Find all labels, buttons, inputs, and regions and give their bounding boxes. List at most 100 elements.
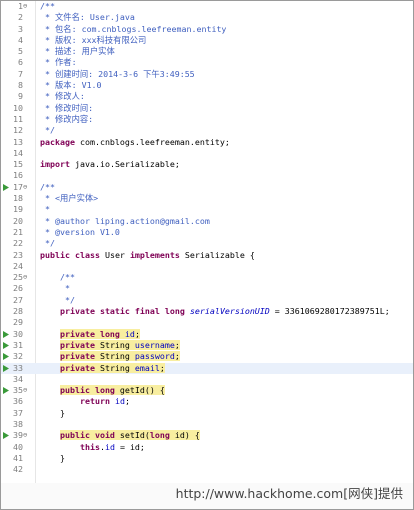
code-line[interactable]: 37 } bbox=[1, 408, 413, 419]
code-token: id bbox=[114, 396, 125, 407]
line-content: import java.io.Serializable; bbox=[40, 159, 180, 170]
code-token: email bbox=[134, 362, 160, 373]
line-content: * 版权: xxx科技有限公司 bbox=[40, 35, 146, 46]
code-area[interactable]: 1 ⊖/** 2 * 文件名: User.java 3 * 包名: com.cnblo… bbox=[1, 1, 413, 475]
code-token: * 版本: V1.0 bbox=[40, 80, 102, 91]
line-content: */ bbox=[40, 295, 75, 306]
code-line[interactable]: 42 bbox=[1, 464, 413, 475]
code-line[interactable]: 5 * 描述: 用户实体 bbox=[1, 46, 413, 57]
code-token: serialVersionUID bbox=[189, 306, 270, 317]
line-number: 24 bbox=[13, 260, 23, 271]
code-token: * 包名: com.cnblogs.leefreeman.entity bbox=[40, 23, 227, 34]
code-line[interactable]: 20 * @author liping.action@gmail.com bbox=[1, 216, 413, 227]
line-content: * @version V1.0 bbox=[40, 227, 120, 238]
code-line[interactable]: 23 public class User implements Serializa… bbox=[1, 250, 413, 261]
code-line[interactable]: 3 * 包名: com.cnblogs.leefreeman.entity bbox=[1, 24, 413, 35]
code-token: = id; bbox=[114, 441, 145, 452]
line-content: * 版本: V1.0 bbox=[40, 80, 102, 91]
code-line[interactable]: 22 */ bbox=[1, 238, 413, 249]
line-content: /** bbox=[40, 182, 55, 193]
line-number: 22 bbox=[13, 238, 23, 249]
code-line[interactable]: 38 bbox=[1, 419, 413, 430]
code-line[interactable]: 2 * 文件名: User.java bbox=[1, 12, 413, 23]
code-token: implements bbox=[129, 249, 180, 260]
watermark-bar: http://www.hackhome.com[网侠]提供 bbox=[1, 483, 413, 509]
code-line[interactable]: 21 * @version V1.0 bbox=[1, 227, 413, 238]
override-marker-icon bbox=[3, 353, 9, 361]
code-token: = 3361069280172389751L; bbox=[269, 306, 390, 317]
code-token: String bbox=[94, 351, 135, 362]
line-content: private String password; bbox=[40, 351, 180, 362]
line-number: 10 bbox=[13, 102, 23, 113]
code-line[interactable]: 6 * 作者: bbox=[1, 57, 413, 68]
code-line[interactable]: 35 ⊖ public long getId() { bbox=[1, 385, 413, 396]
code-token: ; bbox=[134, 328, 140, 339]
code-line[interactable]: 36 return id; bbox=[1, 396, 413, 407]
line-number: 42 bbox=[13, 464, 23, 475]
code-line[interactable]: 31 private String username; bbox=[1, 339, 413, 351]
code-line[interactable]: 1 ⊖ /** bbox=[1, 1, 413, 12]
line-number: 4 bbox=[18, 34, 23, 45]
code-line[interactable]: 7 * 创建时间: 2014-3-6 下午3:49:55 bbox=[1, 69, 413, 80]
code-line[interactable]: 34 bbox=[1, 374, 413, 385]
line-content: * 修改时间: bbox=[40, 103, 93, 114]
line-content: * 作者: bbox=[40, 57, 77, 68]
line-number: 5 bbox=[18, 46, 23, 57]
line-number: 13 bbox=[13, 136, 23, 147]
code-token: password bbox=[134, 351, 175, 362]
code-token: ; bbox=[159, 362, 165, 373]
code-line[interactable]: 28 private static final long serialVersi… bbox=[1, 306, 413, 317]
fold-toggle-icon[interactable]: ⊖ bbox=[23, 182, 31, 193]
fold-toggle-icon[interactable]: ⊖ bbox=[23, 1, 31, 12]
code-line[interactable]: 11 * 修改内容: bbox=[1, 114, 413, 125]
fold-toggle-icon[interactable]: ⊖ bbox=[23, 430, 31, 441]
code-line[interactable]: 13 package com.cnblogs.leefreeman.entity; bbox=[1, 137, 413, 148]
code-token: * 作者: bbox=[40, 57, 77, 68]
code-line[interactable]: 18 * <用户实体> bbox=[1, 193, 413, 204]
line-number: 2 bbox=[18, 12, 23, 23]
code-line[interactable]: 15 import java.io.Serializable; bbox=[1, 159, 413, 170]
code-line[interactable]: 8 * 版本: V1.0 bbox=[1, 80, 413, 91]
code-line[interactable]: 39 ⊖ public void setId(long id) { bbox=[1, 430, 413, 441]
code-line[interactable]: 26 * bbox=[1, 283, 413, 294]
code-line[interactable]: 17 ⊖/** bbox=[1, 182, 413, 193]
code-token: long bbox=[149, 430, 170, 441]
code-token: import bbox=[40, 159, 70, 170]
code-line[interactable]: 27 */ bbox=[1, 295, 413, 306]
code-token: getId() { bbox=[114, 385, 165, 396]
fold-toggle-icon[interactable]: ⊖ bbox=[23, 272, 31, 283]
code-token: * 修改人: bbox=[40, 91, 85, 102]
code-line[interactable]: 16 bbox=[1, 170, 413, 181]
line-content: this.id = id; bbox=[40, 442, 145, 453]
code-line[interactable]: 33 private String email; bbox=[1, 362, 413, 374]
line-number: 21 bbox=[13, 226, 23, 237]
code-line[interactable]: 4 * 版权: xxx科技有限公司 bbox=[1, 35, 413, 46]
code-line[interactable]: 41 } bbox=[1, 453, 413, 464]
code-line[interactable]: 40 this.id = id; bbox=[1, 442, 413, 453]
code-line[interactable]: 32 private String password; bbox=[1, 351, 413, 362]
code-token: ; bbox=[174, 339, 180, 350]
code-token: } bbox=[40, 452, 65, 463]
code-line[interactable]: 9 * 修改人: bbox=[1, 91, 413, 102]
code-editor[interactable]: 1 ⊖/** 2 * 文件名: User.java 3 * 包名: com.cnblo… bbox=[0, 0, 414, 510]
override-marker-icon bbox=[3, 387, 9, 395]
code-token: } bbox=[40, 407, 65, 418]
code-line[interactable]: 19 * bbox=[1, 204, 413, 215]
code-line[interactable]: 12 */ bbox=[1, 125, 413, 136]
fold-toggle-icon[interactable]: ⊖ bbox=[23, 385, 31, 396]
line-content: * 包名: com.cnblogs.leefreeman.entity bbox=[40, 24, 226, 35]
code-line[interactable]: 29 bbox=[1, 317, 413, 328]
code-line[interactable]: 30 private long id; bbox=[1, 328, 413, 340]
override-marker-icon bbox=[3, 432, 9, 440]
code-line[interactable]: 25 ⊖ /** bbox=[1, 272, 413, 283]
line-content: * 修改人: bbox=[40, 91, 85, 102]
line-number: 27 bbox=[13, 294, 23, 305]
code-token: id) { bbox=[169, 430, 200, 441]
watermark-text: http://www.hackhome.com[网侠]提供 bbox=[175, 486, 403, 501]
code-line[interactable]: 14 bbox=[1, 148, 413, 159]
code-token: * 文件名: User.java bbox=[40, 12, 135, 23]
code-line[interactable]: 10 * 修改时间: bbox=[1, 103, 413, 114]
code-line[interactable]: 24 bbox=[1, 261, 413, 272]
code-token: public class bbox=[40, 249, 100, 260]
line-number: 18 bbox=[13, 193, 23, 204]
